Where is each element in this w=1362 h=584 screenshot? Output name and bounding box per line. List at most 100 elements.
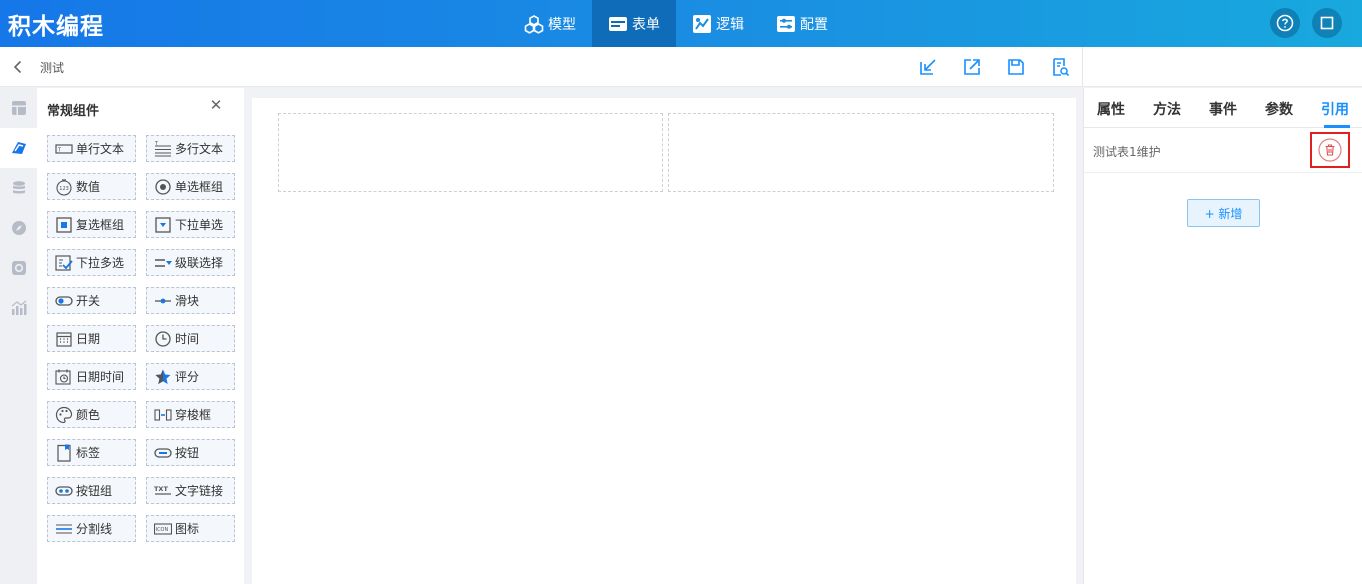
component-slider[interactable]: 滑块 bbox=[146, 287, 235, 314]
preview-icon[interactable] bbox=[1050, 57, 1070, 77]
switch-icon bbox=[55, 292, 73, 310]
component-label: 数值 bbox=[76, 180, 101, 194]
dropdown-multi-icon bbox=[55, 254, 73, 272]
date-icon bbox=[55, 330, 73, 348]
export-icon[interactable] bbox=[962, 57, 982, 77]
grid-cell-left[interactable] bbox=[278, 113, 663, 192]
component-label: 颜色 bbox=[76, 408, 101, 422]
component-dropdown-single[interactable]: 下拉单选 bbox=[146, 211, 235, 238]
nav-label: 表单 bbox=[632, 16, 660, 33]
rail-item-compass[interactable] bbox=[0, 208, 37, 248]
component-single-line-text[interactable]: T 单行文本 bbox=[47, 135, 136, 162]
component-radio-group[interactable]: 单选框组 bbox=[146, 173, 235, 200]
component-label: 单选框组 bbox=[175, 180, 224, 194]
layout-icon bbox=[11, 101, 26, 116]
component-divider[interactable]: 分割线 bbox=[47, 515, 136, 542]
radio-group-icon bbox=[154, 178, 172, 196]
rail-item-layout[interactable] bbox=[0, 88, 37, 128]
tab-methods[interactable]: 方法 bbox=[1153, 99, 1181, 119]
form-icon bbox=[608, 14, 628, 34]
component-label: 图标 bbox=[175, 522, 200, 536]
top-header: 积木编程 模型 表单 逻辑 配置 bbox=[0, 0, 1362, 47]
component-transfer[interactable]: 穿梭框 bbox=[146, 401, 235, 428]
component-label: 滑块 bbox=[175, 294, 200, 308]
component-label: 日期 bbox=[76, 332, 101, 346]
tag-icon bbox=[55, 444, 73, 462]
multi-line-text-icon: T bbox=[154, 140, 172, 158]
panel-title: 常规组件 bbox=[47, 104, 100, 119]
checkbox-group-icon bbox=[55, 216, 73, 234]
nav-item-config[interactable]: 配置 bbox=[760, 0, 844, 47]
component-switch[interactable]: 开关 bbox=[47, 287, 136, 314]
component-dropdown-multi[interactable]: 下拉多选 bbox=[47, 249, 136, 276]
component-label: 日期时间 bbox=[76, 370, 125, 384]
rail-item-components[interactable] bbox=[0, 128, 37, 168]
component-time[interactable]: 时间 bbox=[146, 325, 235, 352]
component-date[interactable]: 日期 bbox=[47, 325, 136, 352]
datetime-icon bbox=[55, 368, 73, 386]
main-nav: 模型 表单 逻辑 配置 bbox=[508, 0, 844, 47]
tab-params[interactable]: 参数 bbox=[1265, 99, 1293, 119]
button-group-icon bbox=[55, 482, 73, 500]
list-item: 测试表1维护 bbox=[1084, 129, 1362, 173]
delete-button[interactable] bbox=[1310, 132, 1350, 168]
toolbar: 测试 bbox=[0, 47, 1082, 87]
component-cascader[interactable]: 级联选择 bbox=[146, 249, 235, 276]
component-label: 单行文本 bbox=[76, 142, 125, 156]
tab-references[interactable]: 引用 bbox=[1321, 99, 1349, 119]
component-multi-line-text[interactable]: T 多行文本 bbox=[146, 135, 235, 162]
compass-icon bbox=[11, 221, 26, 235]
nav-item-model[interactable]: 模型 bbox=[508, 0, 592, 47]
rail-item-database[interactable] bbox=[0, 168, 37, 208]
close-icon[interactable]: ✕ bbox=[209, 98, 223, 113]
component-color[interactable]: 颜色 bbox=[47, 401, 136, 428]
breadcrumb: 测试 bbox=[40, 61, 65, 75]
settings-icon bbox=[11, 261, 26, 275]
number-icon: 123 bbox=[55, 178, 73, 196]
component-icon[interactable]: ICON 图标 bbox=[146, 515, 235, 542]
component-datetime[interactable]: 日期时间 bbox=[47, 363, 136, 390]
grid-cell-right[interactable] bbox=[668, 113, 1054, 192]
config-icon bbox=[776, 14, 796, 34]
component-text-link[interactable]: TXT 文字链接 bbox=[146, 477, 235, 504]
component-checkbox-group[interactable]: 复选框组 bbox=[47, 211, 136, 238]
svg-text:ICON: ICON bbox=[156, 527, 169, 533]
back-chevron-icon[interactable] bbox=[10, 59, 26, 75]
toolbar-right-area bbox=[1082, 47, 1362, 87]
component-tag[interactable]: 标签 bbox=[47, 439, 136, 466]
component-panel: 常规组件 ✕ T 单行文本 T 多行文本 123 数值 单选框组 复选框组 下拉… bbox=[37, 88, 244, 584]
component-button-group[interactable]: 按钮组 bbox=[47, 477, 136, 504]
svg-text:123: 123 bbox=[59, 186, 69, 192]
button-icon bbox=[154, 444, 172, 462]
import-icon[interactable] bbox=[918, 57, 938, 77]
save-icon[interactable] bbox=[1006, 57, 1026, 77]
logic-icon bbox=[692, 14, 712, 34]
time-icon bbox=[154, 330, 172, 348]
fullscreen-button[interactable] bbox=[1312, 8, 1342, 38]
form-canvas[interactable] bbox=[252, 98, 1076, 584]
tab-events[interactable]: 事件 bbox=[1209, 99, 1237, 119]
component-label: 复选框组 bbox=[76, 218, 125, 232]
nav-item-logic[interactable]: 逻辑 bbox=[676, 0, 760, 47]
component-button[interactable]: 按钮 bbox=[146, 439, 235, 466]
reference-name: 测试表1维护 bbox=[1093, 145, 1161, 159]
nav-label: 模型 bbox=[548, 16, 576, 33]
help-button[interactable] bbox=[1270, 8, 1300, 38]
component-label: 级联选择 bbox=[175, 256, 224, 270]
rail-item-stats[interactable] bbox=[0, 288, 37, 328]
add-reference-button[interactable]: + 新增 bbox=[1187, 199, 1260, 227]
square-icon bbox=[1320, 16, 1334, 30]
component-rating[interactable]: 评分 bbox=[146, 363, 235, 390]
nav-label: 逻辑 bbox=[716, 16, 744, 33]
tab-properties[interactable]: 属性 bbox=[1097, 99, 1125, 119]
component-label: 分割线 bbox=[76, 522, 113, 536]
component-label: 按钮 bbox=[175, 446, 200, 460]
active-tab-indicator bbox=[1324, 125, 1350, 128]
rail-item-settings[interactable] bbox=[0, 248, 37, 288]
cascader-icon bbox=[154, 254, 172, 272]
dropdown-single-icon bbox=[154, 216, 172, 234]
nav-item-form[interactable]: 表单 bbox=[592, 0, 676, 47]
component-label: 开关 bbox=[76, 294, 101, 308]
component-number[interactable]: 123 数值 bbox=[47, 173, 136, 200]
right-tabs: 属性 方法 事件 参数 引用 bbox=[1084, 88, 1362, 128]
